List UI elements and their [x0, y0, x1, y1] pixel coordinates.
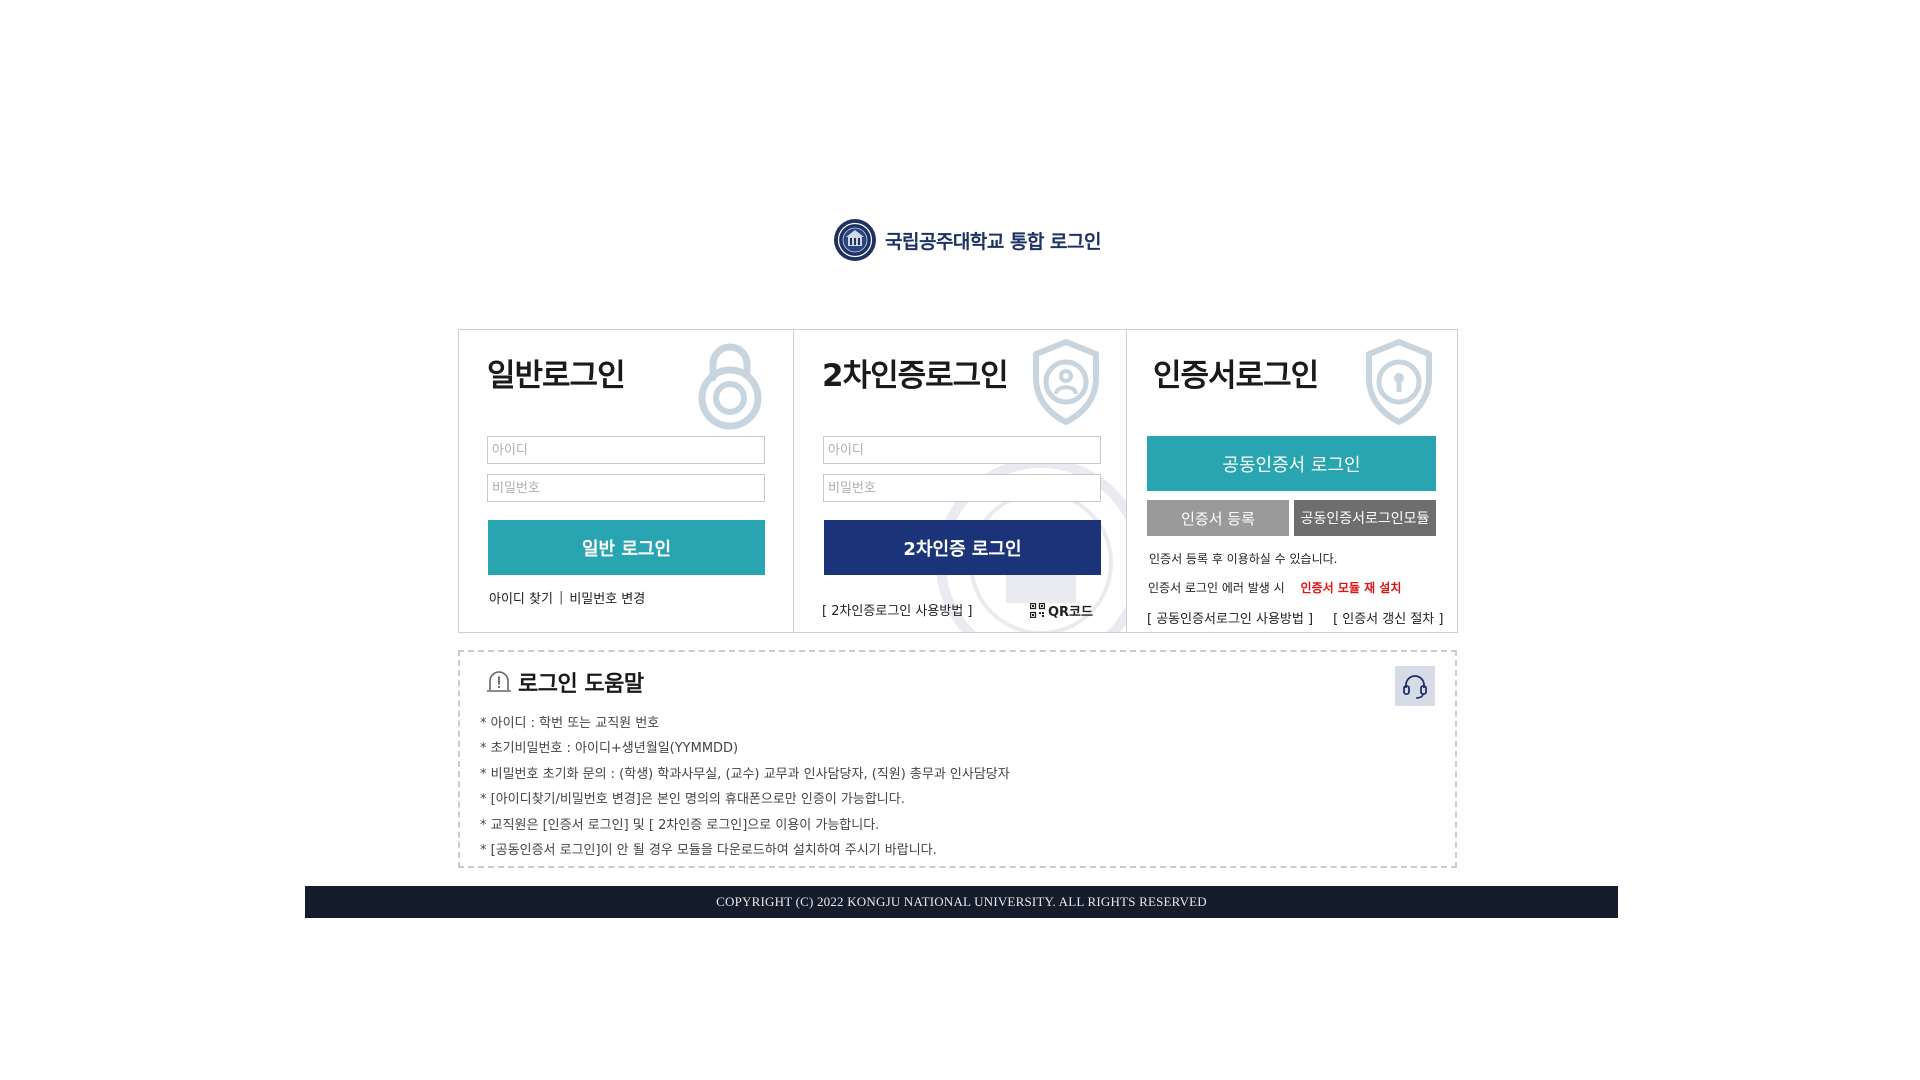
cert-renew-link[interactable]: [ 인증서 갱신 절차 ] — [1333, 608, 1443, 627]
watermark-year: 1948 — [1016, 631, 1067, 632]
account-links: 아이디 찾기 | 비밀번호 변경 — [489, 588, 645, 607]
cert-login-button[interactable]: 공동인증서 로그인 — [1147, 436, 1436, 491]
shield-lock-icon — [1366, 339, 1432, 425]
two-factor-login-panel: 1948 2차인증로그인 2차인증 로그인 [ 2차인증로그인 사용방법 ] — [793, 330, 1126, 632]
general-login-button[interactable]: 일반 로그인 — [488, 520, 765, 575]
link-separator: | — [558, 590, 564, 605]
qr-code-link[interactable]: QR코드 — [1030, 601, 1093, 620]
help-line: * [아이디찾기/비밀번호 변경]은 본인 명의의 휴대폰으로만 인증이 가능합… — [480, 792, 905, 808]
cert-login-panel: 인증서로그인 공동인증서 로그인 인증서 등록 공동인증서로그인모듈 인증서 등… — [1126, 330, 1457, 632]
shield-user-icon — [1033, 339, 1099, 425]
help-line: * 초기비밀번호 : 아이디+생년월일(YYMMDD) — [480, 741, 739, 757]
footer: COPYRIGHT (C) 2022 KONGJU NATIONAL UNIVE… — [305, 886, 1618, 918]
general-login-title: 일반로그인 — [487, 358, 626, 394]
cert-howto-link[interactable]: [ 공동인증서로그인 사용방법 ] — [1147, 608, 1313, 627]
cert-error-text: 인증서 로그인 에러 발생 시 — [1148, 581, 1285, 595]
help-line: * 아이디 : 학번 또는 교직원 번호 — [480, 716, 660, 731]
padlock-icon — [698, 343, 762, 430]
two-factor-id-input[interactable] — [823, 436, 1101, 464]
support-button[interactable] — [1395, 666, 1435, 706]
two-factor-howto-row: [ 2차인증로그인 사용방법 ] — [822, 600, 972, 619]
two-factor-howto-link[interactable]: [ 2차인증로그인 사용방법 ] — [822, 600, 972, 619]
help-line: * 교직원은 [인증서 로그인] 및 [ 2차인증 로그인]으로 이용이 가능합… — [480, 817, 880, 833]
copyright-text: COPYRIGHT (C) 2022 KONGJU NATIONAL UNIVE… — [716, 894, 1207, 909]
help-header: 로그인 도움말 — [486, 666, 644, 698]
cert-info-text: 인증서 등록 후 이용하실 수 있습니다. — [1149, 552, 1338, 566]
help-line: * [공동인증서 로그인]이 안 될 경우 모듈을 다운로드하여 설치하여 주시… — [480, 842, 937, 858]
header-brand: 국립공주대학교 통합 로그인 — [833, 218, 1102, 262]
two-factor-login-button[interactable]: 2차인증 로그인 — [824, 520, 1101, 575]
page-title: 국립공주대학교 통합 로그인 — [885, 230, 1102, 253]
cert-error-row: 인증서 로그인 에러 발생 시 인증서 모듈 재 설치 — [1148, 579, 1401, 596]
cert-links-row: [ 공동인증서로그인 사용방법 ] [ 인증서 갱신 절차 ] — [1147, 608, 1443, 627]
help-line: * 비밀번호 초기화 문의 : (학생) 학과사무실, (교수) 교무과 인사담… — [480, 766, 1010, 782]
two-factor-password-input[interactable] — [823, 474, 1101, 502]
cert-module-reinstall-link[interactable]: 인증서 모듈 재 설치 — [1301, 581, 1402, 595]
two-factor-login-title: 2차인증로그인 — [822, 358, 1009, 394]
login-panels: 일반로그인 일반 로그인 아이디 찾기 | 비밀번호 변경 1948 — [458, 329, 1458, 633]
find-id-link[interactable]: 아이디 찾기 — [489, 588, 553, 607]
change-password-link[interactable]: 비밀번호 변경 — [569, 588, 645, 607]
login-help-box: 로그인 도움말 * 아이디 : 학번 또는 교직원 번호 * 초기비밀번호 : … — [458, 650, 1457, 868]
general-id-input[interactable] — [487, 436, 765, 464]
general-login-panel: 일반로그인 일반 로그인 아이디 찾기 | 비밀번호 변경 — [459, 330, 793, 632]
cert-module-button[interactable]: 공동인증서로그인모듈 — [1294, 500, 1436, 536]
headset-icon — [1403, 675, 1427, 699]
cert-register-button[interactable]: 인증서 등록 — [1147, 500, 1289, 536]
qr-code-icon — [1030, 603, 1045, 618]
alert-bell-icon — [487, 671, 511, 692]
general-password-input[interactable] — [487, 474, 765, 502]
cert-login-title: 인증서로그인 — [1153, 358, 1319, 394]
university-seal-icon — [834, 219, 876, 261]
help-lines: * 아이디 : 학번 또는 교직원 번호 * 초기비밀번호 : 아이디+생년월일… — [480, 711, 1010, 863]
help-title: 로그인 도움말 — [518, 672, 644, 697]
login-page: 국립공주대학교 통합 로그인 일반로그인 일반 로그인 아이디 찾기 | 비밀번… — [0, 0, 1920, 1080]
qr-code-label: QR코드 — [1048, 605, 1093, 620]
